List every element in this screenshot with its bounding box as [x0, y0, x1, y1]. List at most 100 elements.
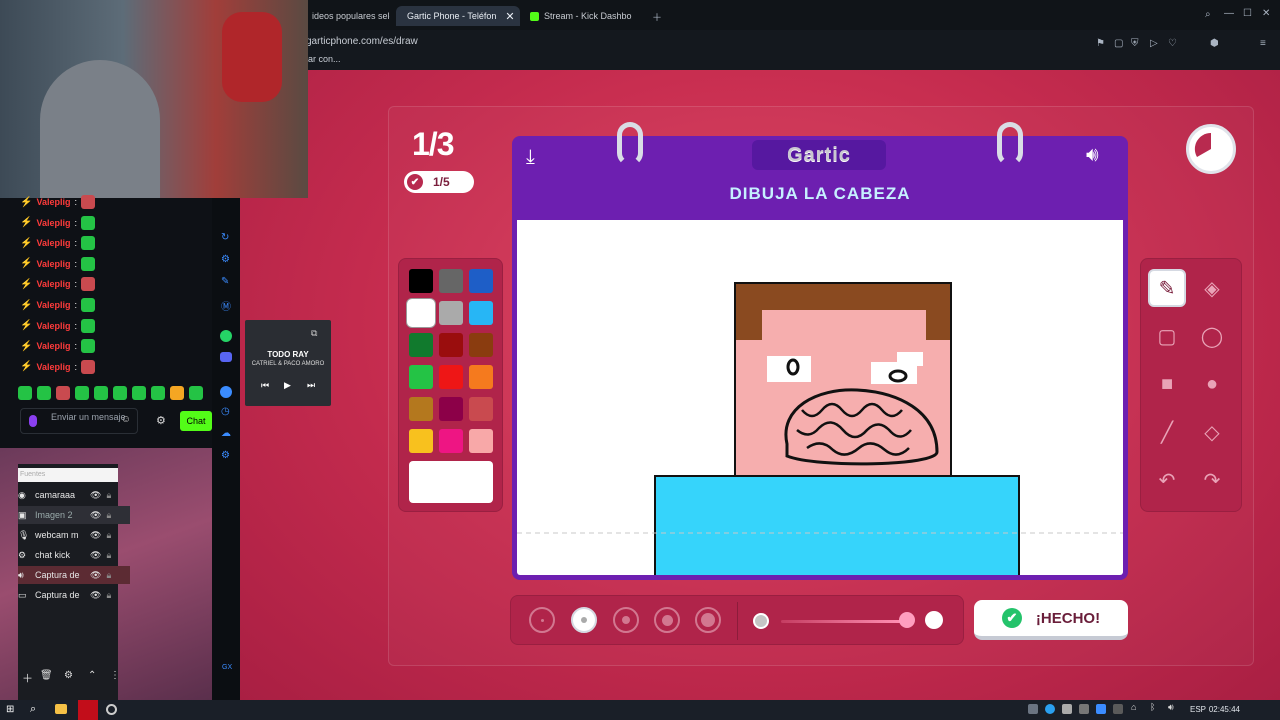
emote-icon[interactable]	[37, 386, 51, 400]
source-item[interactable]: 🎙︎ webcam m 👁︎ 🔒︎	[18, 526, 130, 544]
speaker-icon[interactable]: 🔊︎	[1086, 144, 1099, 167]
chat-username[interactable]: Valeplig	[36, 279, 70, 289]
tray-icon[interactable]	[1079, 704, 1089, 714]
tab-gartic-phone[interactable]: Gartic Phone - Teléfon ✕	[396, 6, 520, 26]
heart-icon[interactable]: ♡	[1168, 38, 1177, 49]
brush-size-4[interactable]	[654, 607, 680, 633]
chat-username[interactable]: Valeplig	[36, 362, 70, 372]
emote-icon[interactable]	[189, 386, 203, 400]
emote-icon[interactable]	[151, 386, 165, 400]
url-field[interactable]: garticphone.com/es/draw	[306, 36, 418, 47]
color-swatch[interactable]	[439, 301, 463, 325]
robot-icon[interactable]: ⚙	[221, 254, 230, 265]
volume-icon[interactable]: 🔊︎	[1168, 702, 1174, 713]
new-tab-icon[interactable]: ＋	[652, 9, 662, 24]
color-swatch[interactable]	[409, 429, 433, 453]
source-item[interactable]: ◉ camaraaa 👁︎ 🔒︎	[18, 486, 130, 504]
network-icon[interactable]: ⌂	[1131, 702, 1136, 712]
color-swatch[interactable]	[409, 397, 433, 421]
color-swatch[interactable]	[409, 269, 433, 293]
fill-outline-icon[interactable]: ◇	[1193, 413, 1231, 451]
tray-icon[interactable]	[1096, 704, 1106, 714]
brush-size-5[interactable]	[695, 607, 721, 633]
color-swatch[interactable]	[409, 365, 433, 389]
chat-username[interactable]: Valeplig	[36, 321, 70, 331]
lock-icon[interactable]: 🔒︎	[106, 510, 111, 521]
color-swatch[interactable]	[409, 301, 433, 325]
source-item[interactable]: ⚙ chat kick 👁︎ 🔒︎	[18, 546, 130, 564]
move-up-icon[interactable]: ⌃	[88, 670, 96, 681]
brush-size-3[interactable]	[613, 607, 639, 633]
chat-username[interactable]: Valeplig	[36, 238, 70, 248]
windows-start-icon[interactable]: ⊞	[6, 704, 14, 715]
drawing-canvas[interactable]	[512, 220, 1128, 580]
source-settings-icon[interactable]: ⚙	[64, 670, 73, 681]
close-window-icon[interactable]: ✕	[1262, 8, 1270, 19]
ellipse-outline-icon[interactable]: ◯	[1193, 317, 1231, 355]
discord-icon[interactable]	[220, 352, 232, 362]
app-icon[interactable]	[78, 700, 98, 720]
visibility-eye-icon[interactable]: 👁︎	[90, 510, 101, 521]
color-swatch[interactable]	[469, 397, 493, 421]
tab-kick-dashboard[interactable]: Stream - Kick Dashbo	[524, 6, 648, 26]
done-button[interactable]: ✔ ¡HECHO!	[974, 600, 1128, 640]
add-source-icon[interactable]: ＋	[22, 670, 33, 686]
visibility-eye-icon[interactable]: 👁︎	[90, 490, 101, 501]
chat-username[interactable]: Valeplig	[36, 300, 70, 310]
chat-username[interactable]: Valeplig	[36, 197, 70, 207]
language-indicator[interactable]: ESP	[1190, 705, 1206, 714]
lock-icon[interactable]: 🔒︎	[106, 590, 111, 601]
search-icon[interactable]: ⌕	[1205, 9, 1211, 20]
color-swatch[interactable]	[469, 269, 493, 293]
color-swatch[interactable]	[439, 333, 463, 357]
tray-icon[interactable]	[1028, 704, 1038, 714]
bluetooth-icon[interactable]: ᛒ	[1150, 702, 1155, 712]
whatsapp-icon[interactable]	[220, 330, 232, 342]
maximize-icon[interactable]: ☐	[1243, 8, 1252, 19]
color-swatch[interactable]	[469, 429, 493, 453]
source-item[interactable]: 🔊︎ Captura de 👁︎ 🔒︎	[18, 566, 130, 584]
emote-icon[interactable]	[132, 386, 146, 400]
visibility-eye-icon[interactable]: 👁︎	[90, 530, 101, 541]
bookmark-icon[interactable]: ⚑	[1096, 38, 1105, 49]
ellipse-filled-icon[interactable]: ●	[1193, 365, 1231, 403]
color-swatch[interactable]	[439, 397, 463, 421]
color-swatch[interactable]	[439, 429, 463, 453]
refresh-icon[interactable]: ↻	[221, 232, 229, 243]
menu-icon[interactable]: ≡	[1260, 38, 1266, 49]
line-icon[interactable]: ╱	[1148, 413, 1186, 451]
tab-videos[interactable]: ideos populares sele	[306, 6, 390, 26]
brush-size-2[interactable]	[571, 607, 597, 633]
rectangle-filled-icon[interactable]: ■	[1148, 365, 1186, 403]
fill-bucket-icon[interactable]: ◈	[1193, 269, 1231, 307]
opacity-slider-track[interactable]	[781, 620, 901, 623]
lock-icon[interactable]: 🔒︎	[106, 550, 111, 561]
color-swatch[interactable]	[469, 333, 493, 357]
file-explorer-icon[interactable]	[55, 704, 67, 714]
lock-icon[interactable]: 🔒︎	[106, 570, 111, 581]
screenshot-icon[interactable]: ▢	[1114, 38, 1123, 49]
visibility-eye-icon[interactable]: 👁︎	[90, 550, 101, 561]
settings-icon[interactable]: ⚙	[156, 414, 166, 427]
external-link-icon[interactable]: ⧉	[311, 328, 317, 339]
chat-username[interactable]: Valeplig	[36, 218, 70, 228]
source-item[interactable]: ▣ Imagen 2 👁︎ 🔒︎	[18, 506, 130, 524]
clock-icon[interactable]: ◷	[221, 406, 230, 417]
source-item[interactable]: ▭ Captura de 👁︎ 🔒︎	[18, 586, 130, 604]
minimize-icon[interactable]: —	[1224, 8, 1234, 19]
search-icon[interactable]: ⌕	[30, 703, 36, 716]
extensions-icon[interactable]: ⬢	[1210, 38, 1219, 49]
visibility-eye-icon[interactable]: 👁︎	[90, 590, 101, 601]
visibility-eye-icon[interactable]: 👁︎	[90, 570, 101, 581]
emoji-icon[interactable]: ☺	[121, 415, 131, 425]
gear-icon[interactable]: ⚙	[221, 450, 230, 461]
color-swatch[interactable]	[469, 365, 493, 389]
color-swatch[interactable]	[439, 365, 463, 389]
emote-icon[interactable]	[94, 386, 108, 400]
cloud-icon[interactable]: ☁	[221, 428, 231, 439]
tray-icon[interactable]	[1113, 704, 1123, 714]
download-icon[interactable]: ⤓	[526, 146, 535, 169]
emote-icon[interactable]	[170, 386, 184, 400]
play-icon[interactable]: ▶	[284, 380, 291, 391]
next-track-icon[interactable]: ⏭	[307, 380, 315, 391]
